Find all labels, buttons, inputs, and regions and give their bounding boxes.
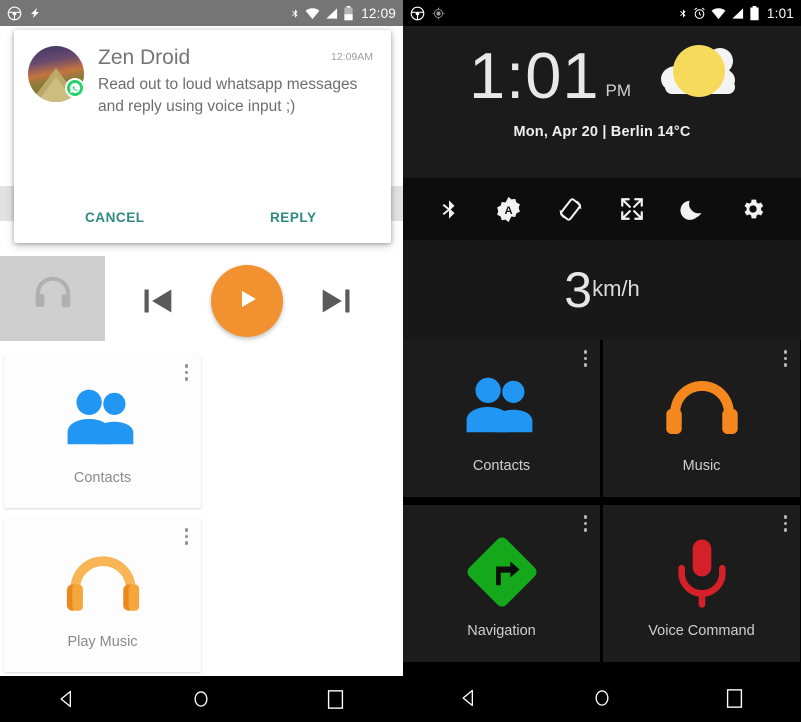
tile-overflow-menu-icon[interactable] — [783, 350, 787, 367]
notification-actions: CANCEL REPLY — [14, 191, 391, 243]
bluetooth-icon — [678, 6, 688, 21]
headphones-icon — [27, 270, 79, 327]
notification-timestamp: 12:09AM — [330, 51, 373, 63]
android-nav-bar-left — [0, 674, 403, 722]
navigation-diamond-arrow-icon — [465, 529, 539, 615]
alarm-icon — [693, 7, 706, 20]
android-nav-bar-right — [403, 674, 801, 722]
status-bar-left: 12:09 — [0, 0, 403, 26]
gear-icon[interactable] — [740, 196, 766, 222]
lightning-bolt-icon — [29, 6, 41, 20]
steering-wheel-icon — [410, 6, 425, 21]
speed-unit: km/h — [592, 275, 640, 301]
media-player-bar — [0, 248, 403, 354]
tile-contacts[interactable]: Contacts — [403, 340, 600, 497]
tile-label: Contacts — [73, 470, 132, 486]
wifi-icon — [305, 7, 320, 20]
home-icon[interactable] — [572, 688, 632, 708]
signal-icon — [731, 7, 745, 20]
tile-label: Navigation — [467, 622, 536, 639]
notification-card[interactable]: Zen Droid 12:09AM Read out to loud whats… — [14, 30, 391, 243]
tile-voice-command[interactable]: Voice Command — [603, 505, 800, 662]
bluetooth-icon — [290, 6, 300, 21]
status-bar-clock: 12:09 — [361, 5, 396, 21]
back-icon[interactable] — [439, 688, 499, 708]
speedometer-widget: 3 km/h — [403, 240, 801, 340]
media-source-button[interactable] — [0, 255, 105, 341]
speed-value: 3 — [564, 262, 593, 318]
recents-icon[interactable] — [306, 689, 366, 709]
moon-icon[interactable] — [680, 197, 705, 222]
home-icon[interactable] — [171, 689, 231, 709]
auto-rotate-icon[interactable] — [557, 196, 584, 223]
tile-navigation[interactable]: Navigation — [403, 505, 600, 662]
gps-location-icon — [432, 7, 445, 20]
skip-next-icon[interactable] — [308, 278, 368, 324]
tile-label: Contacts — [472, 457, 531, 474]
music-headphones-icon — [661, 364, 743, 450]
quick-settings-bar: A — [403, 178, 801, 240]
sun-behind-cloud-icon — [661, 40, 739, 102]
status-bar-right: 1:01 — [403, 0, 801, 26]
back-icon[interactable] — [37, 689, 97, 709]
right-panel-dark-theme: 1:01 1:01 PM Mon, Apr 20 | Berlin 14°C A… — [403, 0, 801, 722]
auto-brightness-icon[interactable]: A — [495, 196, 522, 223]
tile-label: Music — [682, 457, 721, 474]
tile-label: Voice Command — [648, 622, 755, 639]
tile-overflow-menu-icon[interactable] — [184, 528, 188, 545]
notification-card-area: Zen Droid 12:09AM Read out to loud whats… — [0, 26, 403, 248]
tile-overflow-menu-icon[interactable] — [184, 364, 188, 381]
app-tile-grid-right: Contacts Music Navigation Voice Command — [403, 340, 801, 667]
play-music-headphones-icon — [61, 540, 145, 626]
notification-message: Read out to loud whatsapp messages and r… — [98, 76, 358, 115]
status-bar-clock: 1:01 — [766, 5, 794, 21]
svg-text:A: A — [505, 205, 513, 217]
skip-previous-icon[interactable] — [126, 278, 186, 324]
contacts-people-icon — [459, 364, 545, 450]
dual-screenshot-comparison: 12:09 Zen Droid 12:09AM Read out to loud… — [0, 0, 801, 722]
clock-widget[interactable]: 1:01 PM Mon, Apr 20 | Berlin 14°C — [403, 26, 801, 178]
contacts-people-icon — [60, 376, 146, 462]
signal-icon — [325, 7, 339, 20]
tile-play-music[interactable]: Play Music — [4, 518, 201, 672]
cancel-button[interactable]: CANCEL — [85, 210, 145, 225]
wifi-icon — [711, 7, 726, 20]
play-icon — [232, 284, 262, 319]
app-tile-grid-left: Contacts Play Music — [0, 354, 403, 722]
left-panel-light-theme: 12:09 Zen Droid 12:09AM Read out to loud… — [0, 0, 403, 722]
tile-overflow-menu-icon[interactable] — [583, 350, 587, 367]
battery-icon — [750, 5, 759, 21]
avatar — [28, 46, 85, 102]
clock-time: 1:01 — [468, 39, 600, 112]
bluetooth-icon[interactable] — [438, 196, 460, 223]
recents-icon[interactable] — [705, 688, 765, 708]
notification-app-name: Zen Droid — [98, 46, 191, 69]
tile-contacts[interactable]: Contacts — [4, 354, 201, 508]
clock-ampm: PM — [605, 81, 632, 100]
battery-icon — [344, 5, 353, 21]
play-button[interactable] — [210, 265, 283, 337]
tile-label: Play Music — [67, 634, 138, 650]
reply-button[interactable]: REPLY — [270, 210, 317, 225]
tile-music[interactable]: Music — [603, 340, 800, 497]
whatsapp-badge-icon — [65, 78, 85, 98]
microphone-icon — [669, 529, 735, 615]
fullscreen-icon[interactable] — [619, 196, 645, 222]
tile-overflow-menu-icon[interactable] — [583, 515, 587, 532]
clock-subtitle: Mon, Apr 20 | Berlin 14°C — [513, 124, 691, 140]
tile-overflow-menu-icon[interactable] — [783, 515, 787, 532]
steering-wheel-icon — [7, 6, 22, 21]
